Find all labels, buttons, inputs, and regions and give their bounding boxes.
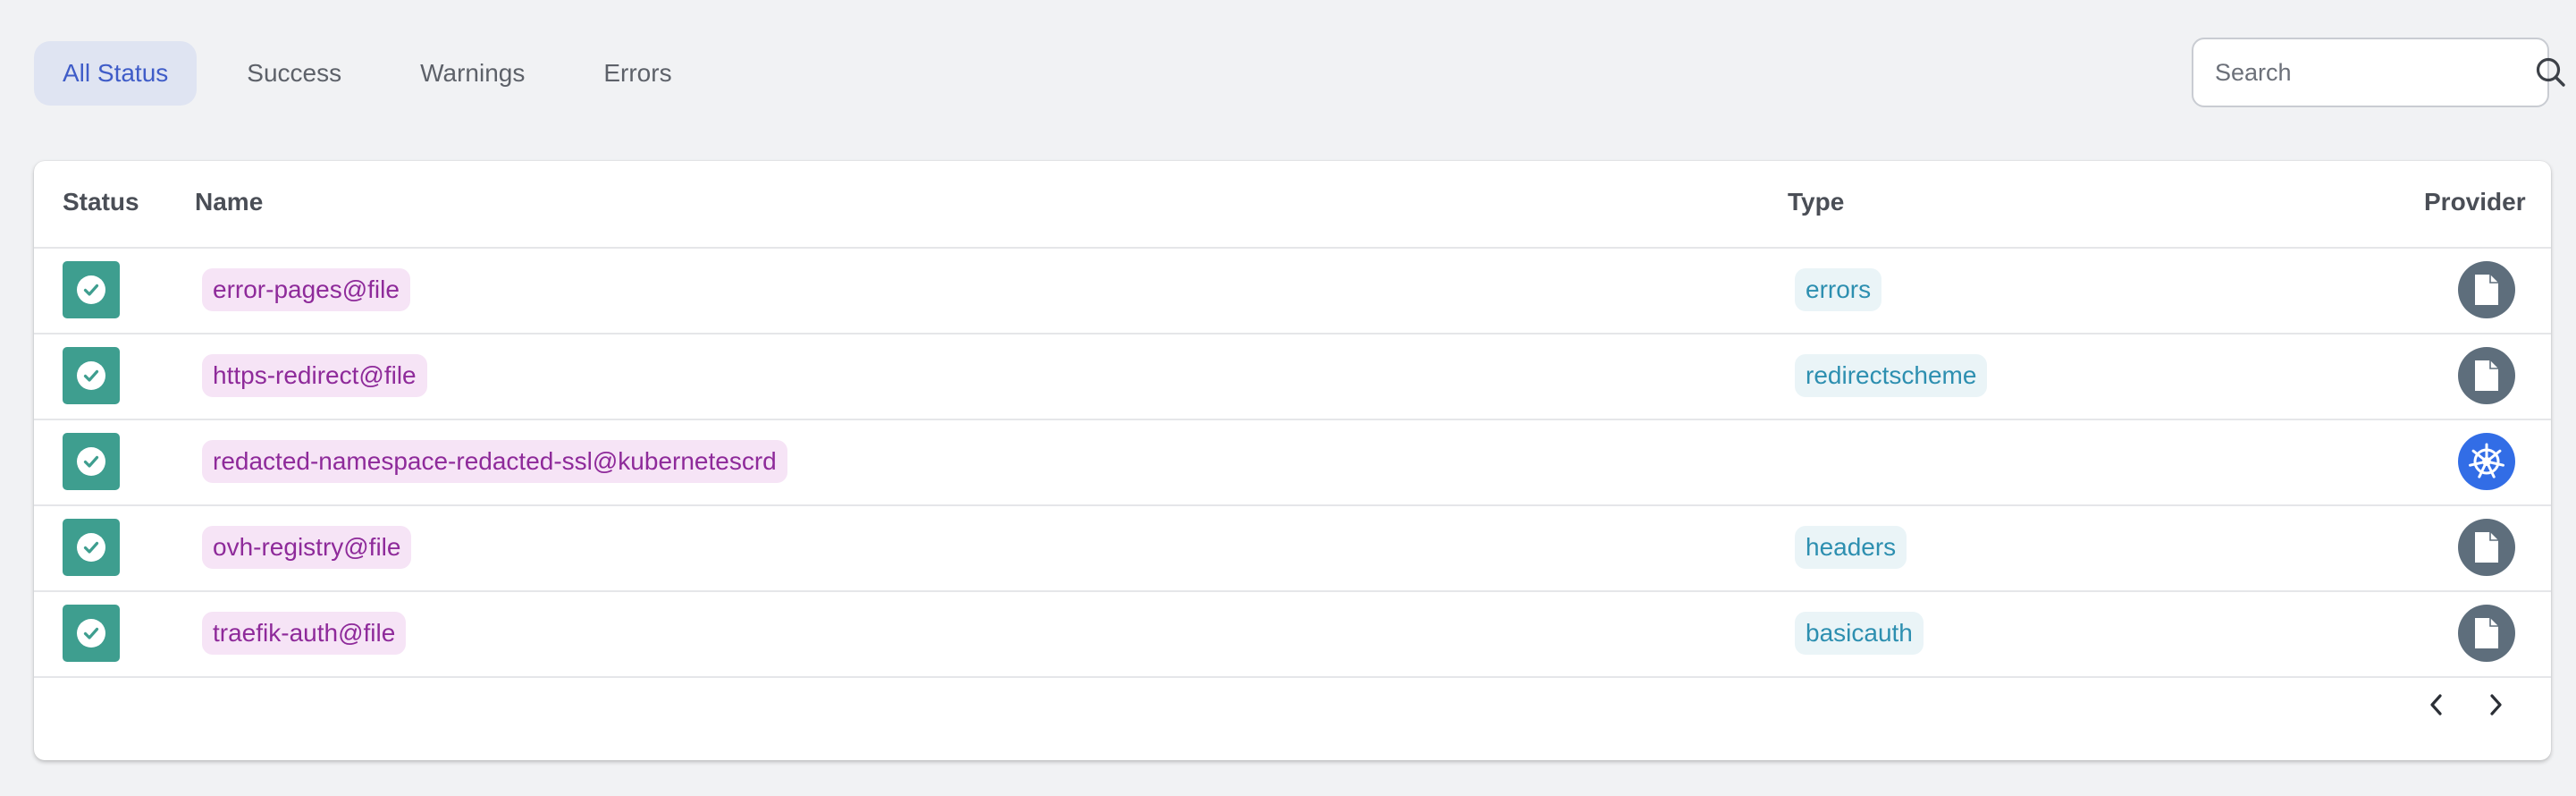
middleware-type: errors [1795,268,1882,311]
middleware-name: ovh-registry@file [202,526,412,569]
middleware-type: basicauth [1795,612,1924,655]
middlewares-table: Status Name Type Provider error-pages@fi… [34,161,2551,760]
header-type[interactable]: Type [1788,188,1844,216]
middleware-type: headers [1795,526,1907,569]
table-row[interactable]: https-redirect@file redirectscheme [34,333,2551,420]
file-provider-icon [2458,519,2515,576]
table-row[interactable]: traefik-auth@file basicauth [34,590,2551,678]
file-provider-icon [2458,261,2515,318]
search-input[interactable] [2213,57,2533,88]
header-provider[interactable]: Provider [2424,188,2526,216]
tab-errors[interactable]: Errors [575,41,700,106]
search-icon[interactable] [2533,54,2569,91]
search-box[interactable] [2192,38,2565,107]
status-success-badge [63,433,120,490]
middleware-name: traefik-auth@file [202,612,407,655]
table-header: Status Name Type Provider [34,161,2551,249]
chevron-right-icon [2490,694,2502,716]
check-circle-icon [77,361,105,390]
table-row[interactable]: redacted-namespace-redacted-ssl@kubernet… [34,419,2551,506]
status-success-badge [63,261,120,318]
tab-success[interactable]: Success [218,41,370,106]
header-name[interactable]: Name [195,188,263,216]
middleware-name: https-redirect@file [202,354,427,397]
middleware-type: redirectscheme [1795,354,1988,397]
status-success-badge [63,519,120,576]
check-circle-icon [77,533,105,562]
check-circle-icon [77,619,105,648]
kubernetes-provider-icon [2458,433,2515,490]
middleware-name: redacted-namespace-redacted-ssl@kubernet… [202,440,787,483]
tab-warnings[interactable]: Warnings [391,41,553,106]
check-circle-icon [77,447,105,476]
next-page-button[interactable] [2478,687,2513,723]
previous-page-button[interactable] [2419,687,2454,723]
tab-all-status[interactable]: All Status [34,41,198,106]
table-row[interactable]: ovh-registry@file headers [34,504,2551,592]
file-provider-icon [2458,605,2515,662]
chevron-left-icon [2430,694,2442,716]
header-status[interactable]: Status [63,188,139,216]
status-filter-tabs: All Status Success Warnings Errors [34,41,722,106]
middleware-name: error-pages@file [202,268,410,311]
table-row[interactable]: error-pages@file errors [34,247,2551,334]
file-provider-icon [2458,347,2515,404]
status-success-badge [63,605,120,662]
check-circle-icon [77,275,105,304]
status-success-badge [63,347,120,404]
